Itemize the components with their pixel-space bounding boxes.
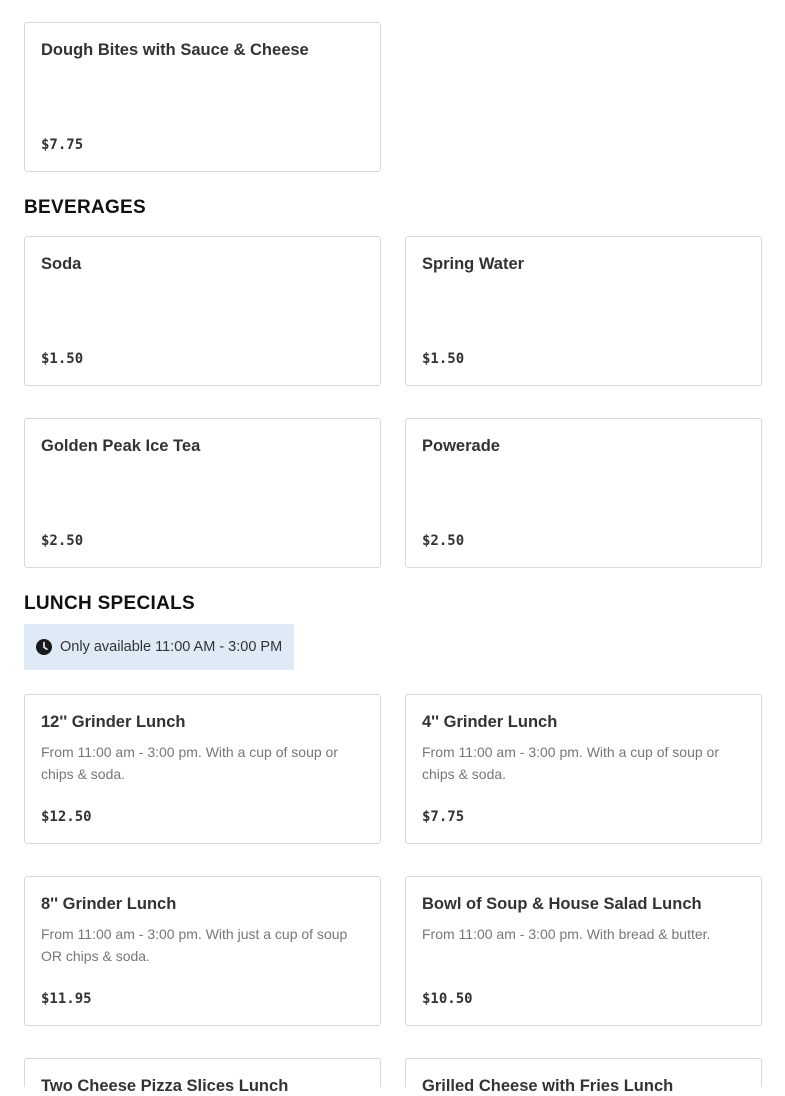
section-title-beverages: BEVERAGES <box>24 197 147 218</box>
item-name: Dough Bites with Sauce & Cheese <box>41 41 309 59</box>
item-price: $7.75 <box>41 137 84 153</box>
item-price: $2.50 <box>41 533 84 549</box>
section-title-lunch-specials: LUNCH SPECIALS <box>24 593 195 614</box>
item-name: 8'' Grinder Lunch <box>41 895 177 913</box>
menu-item-spring-water[interactable]: Spring Water $1.50 <box>405 236 762 386</box>
menu-item-soup-salad[interactable]: Bowl of Soup & House Salad Lunch From 11… <box>405 876 762 1026</box>
item-price: $1.50 <box>422 351 465 367</box>
item-price: $2.50 <box>422 533 465 549</box>
menu-item-powerade[interactable]: Powerade $2.50 <box>405 418 762 568</box>
menu-item-grinder-8[interactable]: 8'' Grinder Lunch From 11:00 am - 3:00 p… <box>24 876 381 1026</box>
item-price: $10.50 <box>422 991 473 1007</box>
item-name: Bowl of Soup & House Salad Lunch <box>422 895 702 913</box>
item-name: Golden Peak Ice Tea <box>41 437 201 455</box>
menu-item-grinder-4[interactable]: 4'' Grinder Lunch From 11:00 am - 3:00 p… <box>405 694 762 844</box>
item-name: Soda <box>41 255 82 273</box>
item-price: $7.75 <box>422 809 465 825</box>
item-description: From 11:00 am - 3:00 pm. With just a cup… <box>41 926 348 964</box>
availability-notice: Only available 11:00 AM - 3:00 PM <box>24 624 294 670</box>
availability-text: Only available 11:00 AM - 3:00 PM <box>60 639 283 655</box>
item-name: Spring Water <box>422 255 525 273</box>
item-price: $12.50 <box>41 809 92 825</box>
menu-item-ice-tea[interactable]: Golden Peak Ice Tea $2.50 <box>24 418 381 568</box>
item-price: $1.50 <box>41 351 84 367</box>
item-description: From 11:00 am - 3:00 pm. With a cup of s… <box>41 744 338 782</box>
menu-item-dough-bites[interactable]: Dough Bites with Sauce & Cheese $7.75 <box>24 22 381 172</box>
menu-item-pizza-slices[interactable]: Two Cheese Pizza Slices Lunch <box>24 1058 381 1095</box>
item-name: Powerade <box>422 437 500 455</box>
clock-icon <box>36 639 52 655</box>
item-name: 12'' Grinder Lunch <box>41 713 186 731</box>
menu-item-grilled-cheese[interactable]: Grilled Cheese with Fries Lunch <box>405 1058 762 1095</box>
menu-item-grinder-12[interactable]: 12'' Grinder Lunch From 11:00 am - 3:00 … <box>24 694 381 844</box>
item-description: From 11:00 am - 3:00 pm. With a cup of s… <box>422 744 719 782</box>
item-price: $11.95 <box>41 991 92 1007</box>
menu-item-soda[interactable]: Soda $1.50 <box>24 236 381 386</box>
item-description: From 11:00 am - 3:00 pm. With bread & bu… <box>422 926 711 942</box>
item-name: 4'' Grinder Lunch <box>422 713 558 731</box>
